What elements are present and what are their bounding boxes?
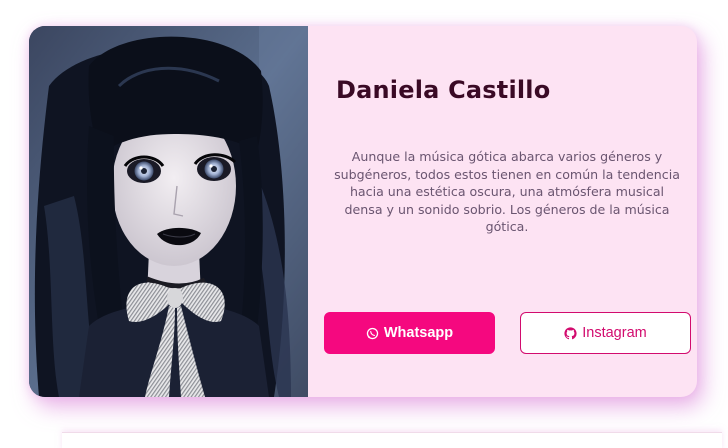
whatsapp-button-label: Whatsapp [383, 325, 454, 341]
next-card-edge [62, 432, 722, 448]
instagram-button-label: Instagram [582, 325, 647, 341]
whatsapp-button[interactable]: Whatsapp [324, 312, 495, 354]
profile-photo [29, 26, 308, 397]
profile-card: Daniela Castillo Aunque la música gótica… [29, 26, 697, 397]
github-icon [564, 326, 577, 340]
instagram-button[interactable]: Instagram [520, 312, 691, 354]
profile-content: Daniela Castillo Aunque la música gótica… [308, 26, 697, 397]
whatsapp-icon [366, 327, 379, 340]
profile-bio: Aunque la música gótica abarca varios gé… [334, 149, 680, 234]
profile-name: Daniela Castillo [336, 76, 551, 104]
